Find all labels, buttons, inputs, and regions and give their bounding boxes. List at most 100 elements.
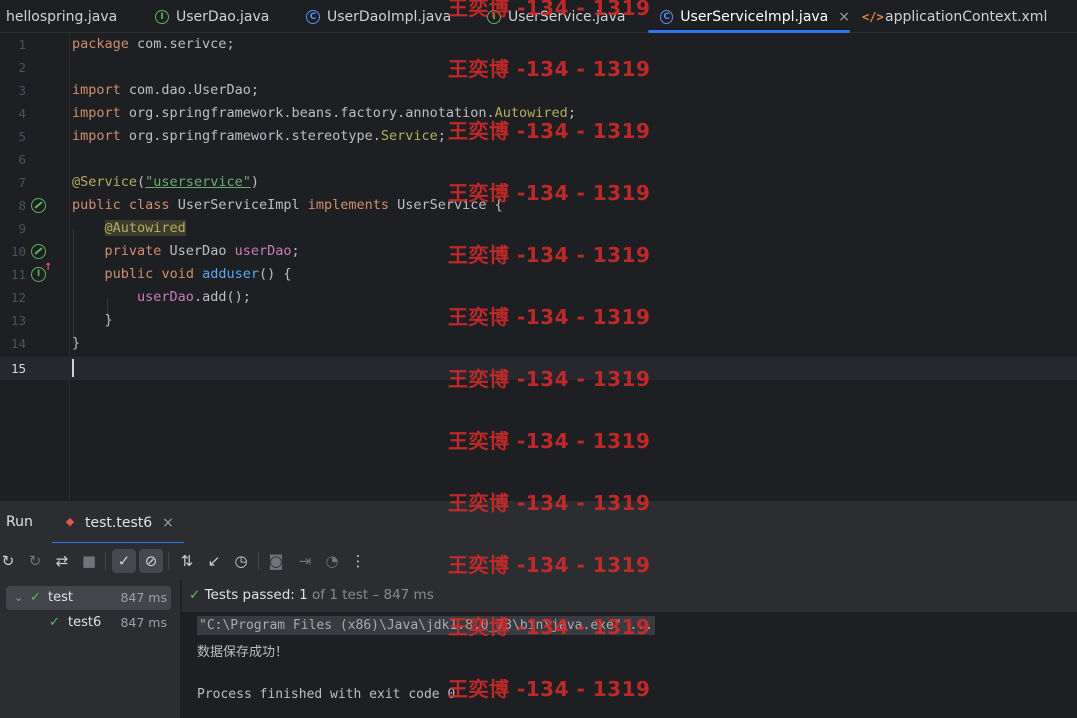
code-text: UserService { — [389, 197, 503, 213]
console-command[interactable]: "C:\Program Files (x86)\Java\jdk1.8.0_73… — [197, 616, 655, 635]
class-name: UserServiceImpl — [169, 197, 308, 213]
tree-node-duration: 847 ms — [120, 590, 167, 605]
test-history-icon[interactable]: ◷ — [229, 549, 253, 573]
code-text: ; — [437, 128, 446, 144]
interface-icon: I — [155, 9, 169, 24]
text-caret — [72, 359, 74, 377]
tab-userserviceimpl[interactable]: C UserServiceImpl.java × — [648, 0, 850, 33]
code-line[interactable]: 7 @Service("userservice") — [0, 171, 1077, 194]
code-line[interactable]: 10 private UserDao userDao; — [0, 240, 1077, 263]
rerun-icon[interactable]: ↻ — [0, 549, 20, 573]
code-editor[interactable]: 1 package com.serivce; 2 3 import com.da… — [0, 33, 1077, 500]
export-icon[interactable]: ⇥ — [293, 549, 317, 573]
type-name: UserDao — [161, 243, 235, 259]
implements-method-gutter-icon[interactable]: I — [31, 262, 52, 282]
keyword: implements — [307, 197, 390, 213]
method-name: adduser — [202, 266, 259, 282]
code-line[interactable]: 5 import org.springframework.stereotype.… — [0, 125, 1077, 148]
code-line[interactable]: 6 — [0, 148, 1077, 171]
tree-node-label: test — [48, 590, 73, 605]
spring-bean-gutter-icon[interactable] — [31, 198, 46, 213]
annotation-warning: @Autowired — [104, 220, 186, 236]
code-line[interactable]: 1 package com.serivce; — [0, 33, 1077, 56]
tree-node-test[interactable]: ⌄ ✓ test 847 ms — [6, 586, 171, 610]
code-text: org.springframework.stereotype. — [120, 128, 381, 144]
tab-label: UserServiceImpl.java — [680, 8, 829, 25]
toolbar-separator — [258, 552, 259, 570]
keyword: class — [128, 197, 170, 213]
run-tool-window-title: Run — [6, 514, 33, 530]
console-exit-line: Process finished with exit code 0 — [197, 687, 456, 702]
code-line[interactable]: 9 @Autowired — [0, 217, 1077, 240]
tab-userdao[interactable]: I UserDao.java — [155, 0, 269, 33]
test-results-tree: ⌄ ✓ test 847 ms ✓ test6 847 ms — [0, 580, 181, 718]
field-name: userDao — [137, 289, 194, 305]
sort-icon[interactable]: ⇅ — [175, 549, 199, 573]
string-literal: "userservice" — [145, 174, 251, 190]
code-text: () { — [259, 266, 292, 282]
spring-autowired-gutter-icon[interactable] — [31, 244, 46, 259]
interface-icon: I — [487, 9, 501, 24]
keyword: package — [72, 36, 129, 52]
tree-node-test6[interactable]: ✓ test6 847 ms — [6, 611, 171, 635]
passed-check-icon: ✓ — [30, 590, 41, 605]
collapse-icon[interactable]: ↙ — [202, 549, 226, 573]
line-number: 15 — [10, 361, 26, 376]
chevron-down-icon[interactable]: ⌄ — [14, 586, 23, 610]
keyword: import — [72, 82, 121, 98]
annotation-name: Service — [380, 128, 438, 144]
camera-icon[interactable]: ◙ — [264, 549, 288, 573]
keyword: void — [161, 266, 194, 282]
tab-label: applicationContext.xml — [885, 8, 1048, 25]
stop-icon[interactable]: ■ — [77, 549, 101, 573]
run-toolbar: ↻ ↻ ⇄ ■ ✓ ⊘ ⇅ ↙ ◷ ◙ ⇥ ◔ ⋮ — [0, 543, 1077, 580]
code-line[interactable]: 3 import com.dao.UserDao; — [0, 79, 1077, 102]
console-output-line: 数据保存成功！ — [197, 645, 289, 660]
class-icon: C — [306, 9, 320, 24]
tab-hellospring[interactable]: hellospring.java — [6, 0, 117, 33]
keyword: private — [104, 243, 162, 259]
line-number: 13 — [10, 313, 26, 328]
current-code-line[interactable]: 15 — [0, 357, 1077, 380]
more-options-icon[interactable]: ⋮ — [346, 549, 370, 573]
console-command-line[interactable]: "C:\Program Files (x86)\Java\jdk1.8.0_73… — [197, 616, 655, 635]
code-text: ; — [567, 105, 576, 121]
code-text: ) — [250, 174, 259, 190]
code-text: } — [104, 312, 113, 328]
line-number: 12 — [10, 290, 26, 305]
tab-run-configuration[interactable]: ◆ test.test6 × — [52, 501, 184, 544]
editor-tab-bar: hellospring.java I UserDao.java C UserDa… — [0, 0, 1077, 33]
code-line[interactable]: 8 public class UserServiceImpl implement… — [0, 194, 1077, 217]
annotation: @Service — [72, 174, 138, 190]
run-tab-label: test.test6 — [85, 514, 153, 531]
tab-userservice[interactable]: I UserService.java — [487, 0, 625, 33]
code-line[interactable]: 13 } — [0, 309, 1077, 332]
line-number: 5 — [18, 129, 26, 144]
console-output[interactable]: ✓ Tests passed: 1 of 1 test – 847 ms "C:… — [182, 580, 1077, 718]
code-line[interactable]: 11 I public void adduser() { — [0, 262, 1077, 286]
line-number: 1 — [18, 37, 26, 52]
field-name: userDao — [234, 243, 292, 259]
coverage-icon[interactable]: ◔ — [320, 549, 344, 573]
close-icon[interactable]: × — [838, 9, 850, 25]
code-text: ( — [137, 174, 146, 190]
rerun-failed-icon[interactable]: ↻ — [23, 549, 47, 573]
line-number: 4 — [18, 106, 26, 121]
code-text: ; — [291, 243, 300, 259]
tab-applicationcontext[interactable]: </> applicationContext.xml — [862, 0, 1047, 33]
show-ignored-icon[interactable]: ⊘ — [139, 549, 163, 573]
keyword: public — [104, 266, 154, 282]
annotation-name: Autowired — [494, 105, 568, 121]
toggle-auto-test-icon[interactable]: ⇄ — [50, 549, 74, 573]
close-icon[interactable]: × — [162, 515, 174, 531]
class-icon: C — [660, 9, 674, 24]
code-line[interactable]: 2 — [0, 56, 1077, 79]
line-number: 10 — [10, 244, 26, 259]
junit-icon: ◆ — [65, 514, 75, 528]
tab-userdaoimpl[interactable]: C UserDaoImpl.java — [306, 0, 451, 33]
tab-label: hellospring.java — [6, 8, 118, 25]
code-line[interactable]: 4 import org.springframework.beans.facto… — [0, 102, 1077, 125]
code-line[interactable]: 14 } — [0, 332, 1077, 355]
show-passed-icon[interactable]: ✓ — [112, 549, 136, 573]
code-line[interactable]: 12 userDao.add(); — [0, 286, 1077, 309]
